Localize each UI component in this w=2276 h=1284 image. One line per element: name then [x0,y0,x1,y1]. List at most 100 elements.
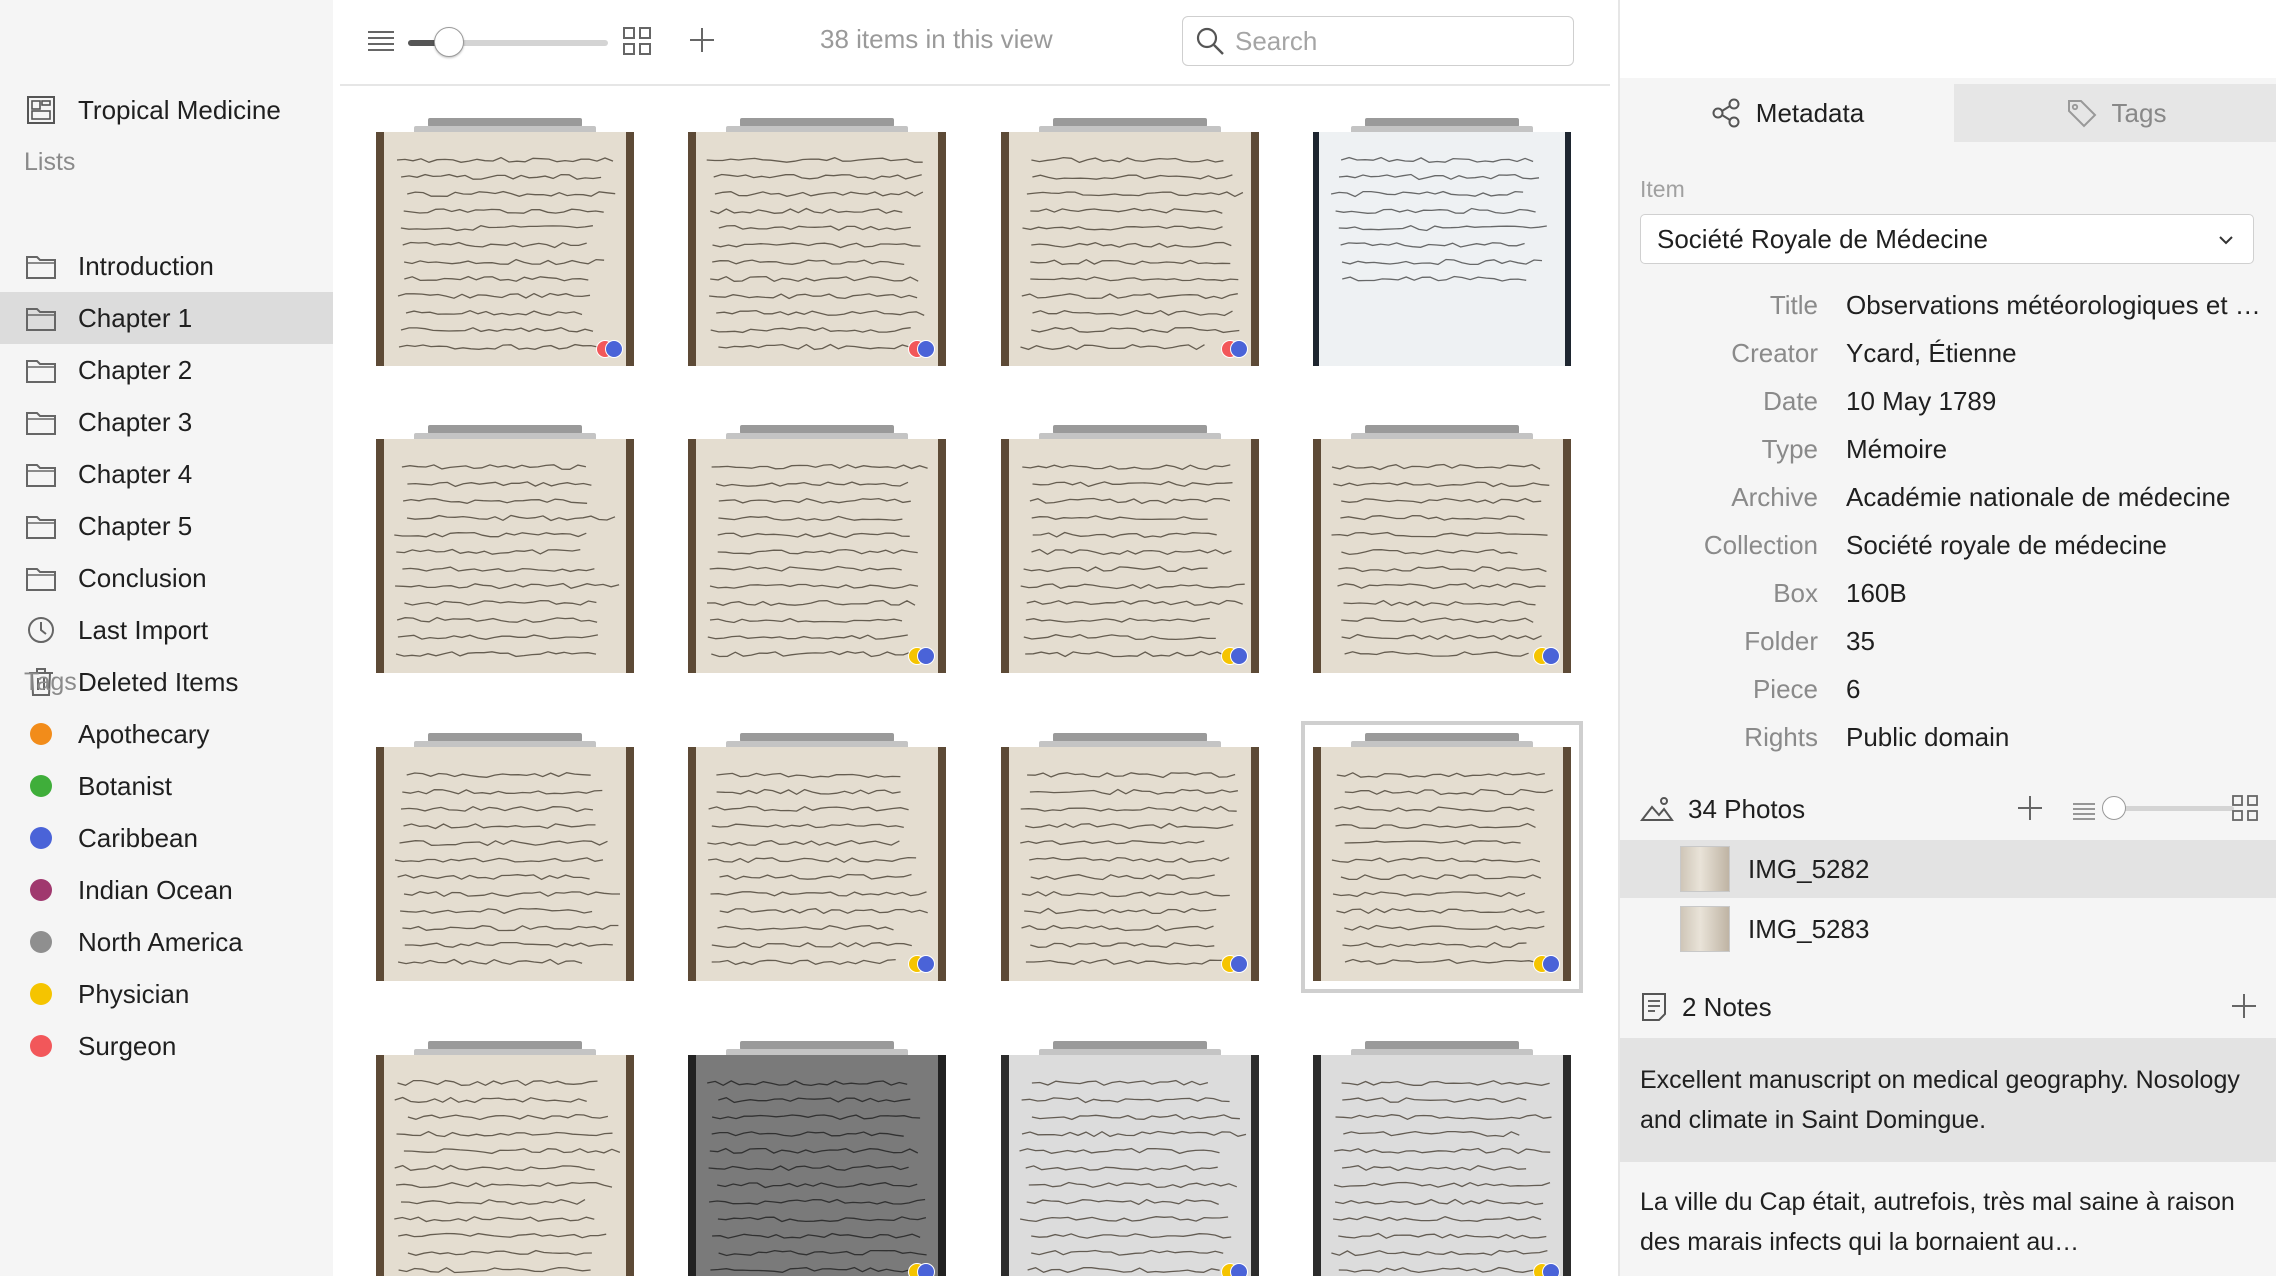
sidebar-project-label: Tropical Medicine [78,94,281,125]
sidebar-item-label: Chapter 4 [78,458,193,489]
list-view-icon[interactable] [366,26,396,56]
sidebar-tag-apothecary[interactable]: Apothecary [0,708,333,760]
field-key: Box [1773,578,1818,608]
field-value[interactable]: 160B [1846,578,2266,609]
field-value[interactable]: 10 May 1789 [1846,386,2266,417]
photo-thumbnail [1680,846,1730,892]
document-thumbnail[interactable] [1313,118,1571,366]
sidebar-tag-surgeon[interactable]: Surgeon [0,1020,333,1072]
field-value[interactable]: Public domain [1846,722,2266,753]
search-field[interactable] [1182,16,1574,66]
sidebar-item-label: Deleted Items [78,666,239,697]
field-rights[interactable]: Rights Public domain [1620,722,2276,762]
sidebar-item-last-import[interactable]: Last Import [0,604,333,656]
field-value[interactable]: Société royale de médecine [1846,530,2266,561]
add-photo-button[interactable] [2016,794,2044,829]
field-piece[interactable]: Piece 6 [1620,674,2276,714]
field-title[interactable]: Title Observations météorologiques et méd… [1620,290,2276,330]
sidebar-tag-caribbean[interactable]: Caribbean [0,812,333,864]
sidebar-item-chapter-3[interactable]: Chapter 3 [0,396,333,448]
plus-icon [2232,994,2256,1018]
field-folder[interactable]: Folder 35 [1620,626,2276,666]
folder-icon [24,509,58,543]
field-collection[interactable]: Collection Société royale de médecine [1620,530,2276,570]
plus-icon [2018,796,2042,820]
tag-dots [1533,955,1565,973]
document-thumbnail[interactable] [1001,118,1259,366]
zoom-slider-knob[interactable] [434,27,464,57]
document-thumbnail[interactable] [376,425,634,673]
sidebar-item-label: Chapter 5 [78,510,193,541]
sidebar-item-chapter-4[interactable]: Chapter 4 [0,448,333,500]
field-creator[interactable]: Creator Ycard, Étienne [1620,338,2276,378]
document-thumbnail[interactable] [688,118,946,366]
tag-dots [1221,647,1253,665]
document-thumbnail[interactable] [688,425,946,673]
tag-dots [908,647,940,665]
field-value[interactable]: Ycard, Étienne [1846,338,2266,369]
field-box[interactable]: Box 160B [1620,578,2276,618]
sidebar-item-chapter-1[interactable]: Chapter 1 [0,292,333,344]
tab-metadata[interactable]: Metadata [1620,84,1954,142]
document-thumbnail[interactable] [1313,425,1571,673]
field-type[interactable]: Type Mémoire [1620,434,2276,474]
document-thumbnail[interactable] [688,733,946,981]
inspector-top-bar [1620,0,2276,78]
sidebar-tag-indian-ocean[interactable]: Indian Ocean [0,864,333,916]
sidebar-tag-physician[interactable]: Physician [0,968,333,1020]
photo-thumbnail [1680,906,1730,952]
sidebar-item-chapter-5[interactable]: Chapter 5 [0,500,333,552]
photo-list-item[interactable]: IMG_5282 [1620,840,2276,898]
document-thumbnail[interactable] [376,1041,634,1276]
folder-icon [24,405,58,439]
document-thumbnail[interactable] [376,118,634,366]
document-thumbnail[interactable] [1001,1041,1259,1276]
document-thumbnail[interactable] [1001,733,1259,981]
photos-count: 34 Photos [1688,793,1806,824]
photo-list-item[interactable]: IMG_5283 [1620,900,2276,958]
sidebar-item-conclusion[interactable]: Conclusion [0,552,333,604]
sidebar-tag-botanist[interactable]: Botanist [0,760,333,812]
search-input[interactable] [1233,24,1557,58]
document-thumbnail[interactable] [376,733,634,981]
sidebar-item-chapter-2[interactable]: Chapter 2 [0,344,333,396]
note-item[interactable]: Excellent manuscript on medical geograph… [1620,1038,2276,1162]
tag-color-dot [30,827,52,849]
photos-icon [1640,795,1674,823]
add-item-button[interactable] [686,24,718,56]
photos-zoom-slider[interactable] [2102,796,2234,820]
field-value[interactable]: 6 [1846,674,2266,705]
tag-color-dot [917,1263,935,1276]
photos-grid-view-icon[interactable] [2232,795,2258,828]
document-thumbnail[interactable] [688,1041,946,1276]
field-archive[interactable]: Archive Académie nationale de médecine [1620,482,2276,522]
sidebar-tag-label: Apothecary [78,718,210,749]
add-note-button[interactable] [2230,992,2258,1027]
folder-icon [24,301,58,335]
document-thumbnail[interactable] [1001,425,1259,673]
sidebar-item-introduction[interactable]: Introduction [0,240,333,292]
item-type-select[interactable]: Société Royale de Médecine [1640,214,2254,264]
sidebar-tag-north-america[interactable]: North America [0,916,333,968]
tab-metadata-label: Metadata [1755,97,1865,128]
field-value[interactable]: Académie nationale de médecine [1846,482,2266,513]
document-thumbnail[interactable] [1301,721,1583,993]
field-value[interactable]: Mémoire [1846,434,2266,465]
photos-list-view-icon[interactable] [2072,798,2096,829]
document-thumbnail[interactable] [1313,1041,1571,1276]
photo-label: IMG_5283 [1748,913,1870,944]
field-key: Type [1761,434,1818,464]
sidebar-item-label: Introduction [78,250,214,281]
field-date[interactable]: Date 10 May 1789 [1620,386,2276,426]
field-key: Creator [1731,338,1818,368]
folder-icon [24,353,58,387]
tab-tags[interactable]: Tags [1954,84,2276,142]
field-value[interactable]: Observations météorologiques et médicale… [1846,290,2266,321]
field-value[interactable]: 35 [1846,626,2266,657]
note-item[interactable]: La ville du Cap était, autrefois, très m… [1620,1160,2276,1284]
sidebar-project[interactable]: Tropical Medicine [0,84,333,136]
tag-color-dot [1230,647,1248,665]
grid-view-icon[interactable] [622,26,652,56]
photos-zoom-knob[interactable] [2102,796,2126,820]
search-icon [1196,27,1224,55]
